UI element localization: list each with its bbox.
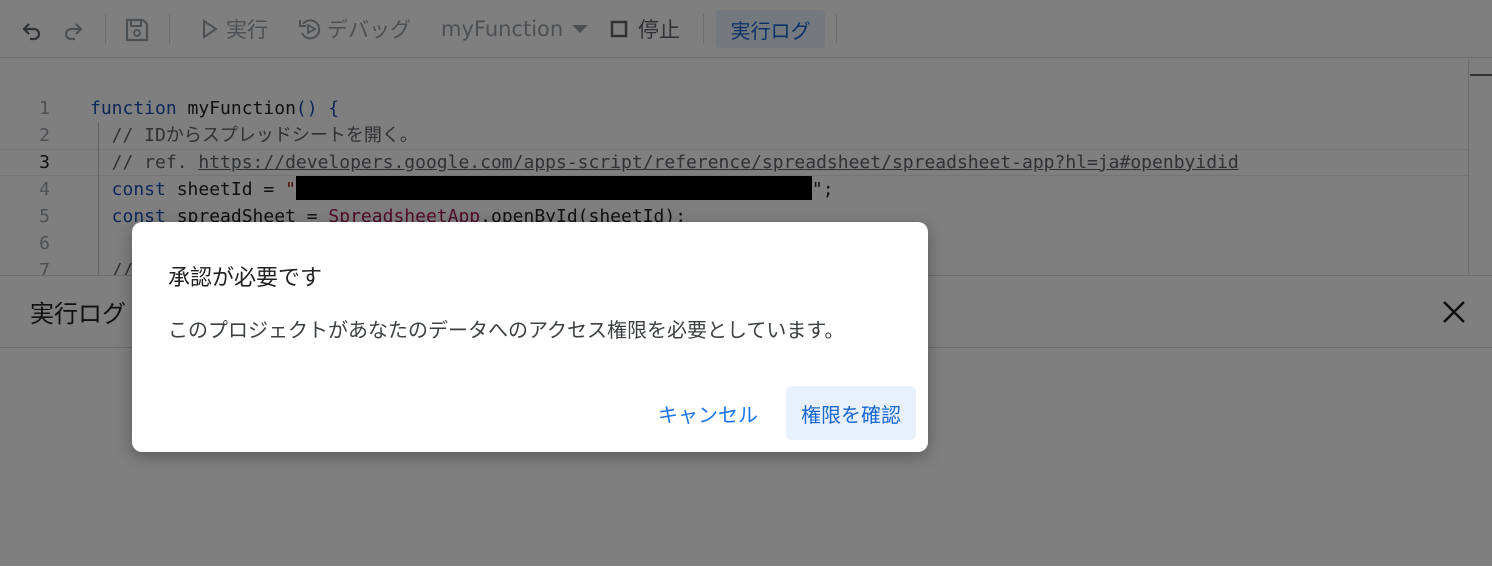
dialog-message: このプロジェクトがあなたのデータへのアクセス権限を必要としています。 [168, 318, 845, 342]
dialog-title: 承認が必要です [168, 266, 323, 291]
cancel-button[interactable]: キャンセル [644, 386, 772, 440]
authorization-dialog: 承認が必要です このプロジェクトがあなたのデータへのアクセス権限を必要としていま… [132, 222, 928, 452]
review-permissions-button[interactable]: 権限を確認 [786, 386, 916, 440]
